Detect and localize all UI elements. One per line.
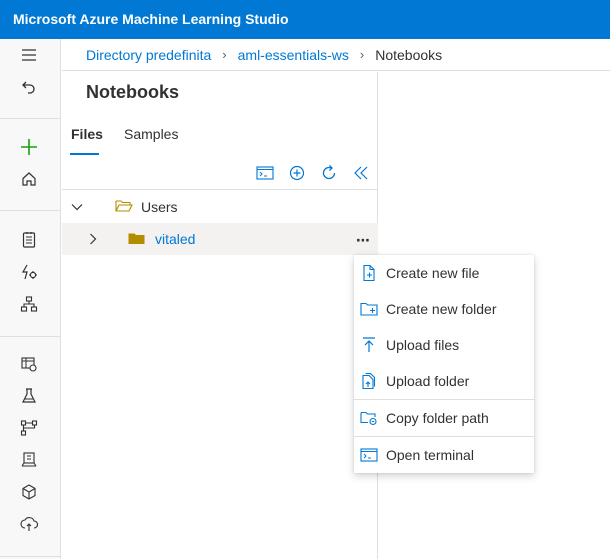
- rail-divider: [0, 556, 61, 557]
- page-title: Notebooks: [86, 82, 180, 102]
- rail-divider: [0, 118, 61, 119]
- hamburger-menu-icon[interactable]: [17, 43, 41, 67]
- terminal-icon: [360, 446, 378, 464]
- breadcrumb-workspace-link[interactable]: aml-essentials-ws: [238, 47, 349, 63]
- tree-item-label: Users: [141, 199, 178, 215]
- menu-item-upload-folder[interactable]: Upload folder: [354, 363, 534, 399]
- chevron-right-icon: ›: [222, 47, 227, 62]
- pipelines-icon[interactable]: [17, 416, 41, 440]
- compute-icon[interactable]: [17, 448, 41, 472]
- designer-icon[interactable]: [17, 292, 41, 316]
- chevron-right-icon: ›: [359, 47, 365, 62]
- upload-folder-icon: [360, 372, 378, 390]
- upload-icon: [360, 336, 378, 354]
- new-file-icon: [360, 264, 378, 282]
- app-title-bar: Microsoft Azure Machine Learning Studio: [0, 0, 610, 39]
- notebooks-icon[interactable]: [17, 228, 41, 252]
- breadcrumb-current: Notebooks: [375, 46, 443, 63]
- tree-item-label: vitaled: [155, 231, 196, 247]
- models-cube-icon[interactable]: [17, 480, 41, 504]
- menu-item-create-new-folder[interactable]: Create new folder: [354, 291, 534, 327]
- add-circle-icon[interactable]: [286, 162, 308, 184]
- breadcrumb: Directory predefinita › aml-essentials-w…: [62, 39, 610, 71]
- folder-icon: [128, 232, 145, 248]
- rail-divider: [0, 336, 61, 337]
- context-menu: Create new file Create new folder Upload…: [354, 255, 534, 473]
- new-folder-icon: [360, 300, 378, 318]
- automated-ml-icon[interactable]: [17, 260, 41, 284]
- home-icon[interactable]: [17, 167, 41, 191]
- menu-item-open-terminal[interactable]: Open terminal: [354, 437, 534, 473]
- copy-path-icon: [360, 409, 378, 427]
- tab-samples[interactable]: Samples: [124, 126, 178, 142]
- datasets-icon[interactable]: [17, 352, 41, 376]
- folder-open-icon: [115, 199, 133, 216]
- active-tab-indicator: [70, 153, 99, 155]
- refresh-icon[interactable]: [318, 162, 340, 184]
- left-nav-rail: [0, 39, 61, 559]
- menu-item-copy-folder-path[interactable]: Copy folder path: [354, 400, 534, 436]
- notebooks-panel: Notebooks Files Samples Users vitaled ⋯: [62, 72, 378, 559]
- tab-files[interactable]: Files: [71, 126, 103, 142]
- chevron-down-icon[interactable]: [70, 200, 84, 217]
- more-options-icon[interactable]: ⋯: [356, 232, 371, 249]
- tree-row-users[interactable]: Users: [62, 191, 378, 223]
- experiments-flask-icon[interactable]: [17, 384, 41, 408]
- new-plus-icon[interactable]: [17, 135, 41, 159]
- tree-row-vitaled[interactable]: vitaled ⋯: [62, 223, 378, 255]
- menu-item-create-new-file[interactable]: Create new file: [354, 255, 534, 291]
- rail-divider: [0, 210, 61, 211]
- breadcrumb-directory-link[interactable]: Directory predefinita: [86, 47, 211, 63]
- endpoints-icon[interactable]: [17, 512, 41, 536]
- menu-item-upload-files[interactable]: Upload files: [354, 327, 534, 363]
- open-terminal-icon[interactable]: [254, 162, 276, 184]
- back-icon[interactable]: [17, 75, 41, 99]
- chevron-right-icon[interactable]: [86, 232, 100, 249]
- toolbar-divider: [62, 189, 378, 190]
- collapse-panel-icon[interactable]: [350, 162, 372, 184]
- app-title: Microsoft Azure Machine Learning Studio: [13, 11, 289, 27]
